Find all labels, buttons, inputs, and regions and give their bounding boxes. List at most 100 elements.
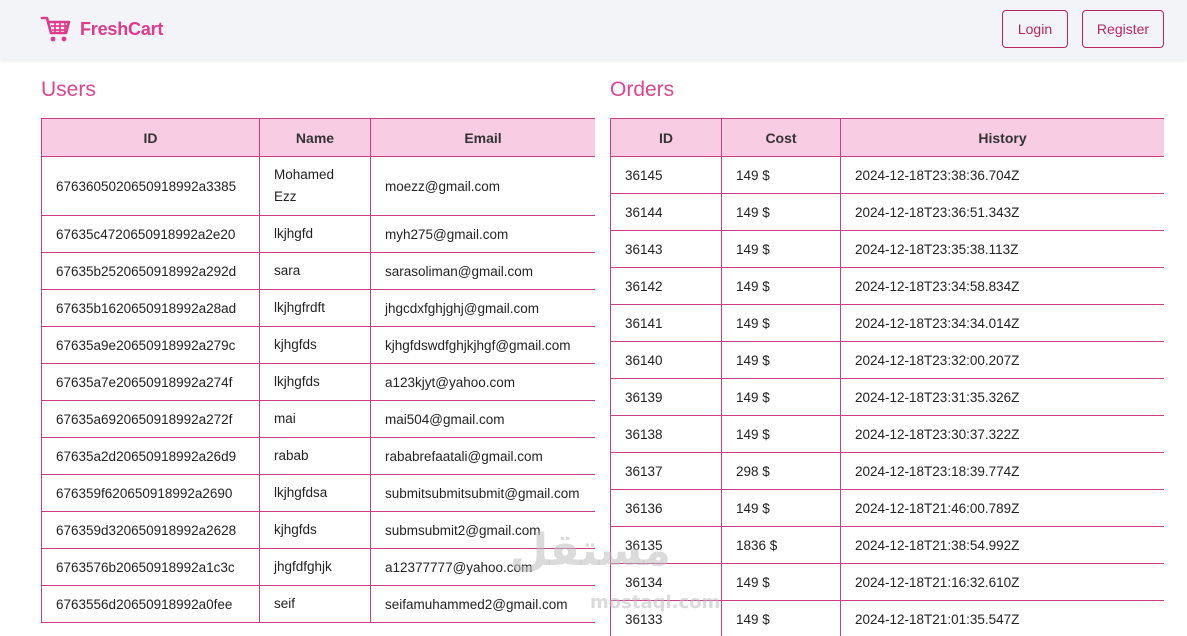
orders-title: Orders <box>610 78 675 101</box>
user-id-cell: 67635a9e20650918992a279c <box>41 326 260 364</box>
orders-table-container: ID Cost History 36145 149 $2024-12-18T23:… <box>610 118 1164 636</box>
orders-table: ID Cost History 36145 149 $2024-12-18T23:… <box>610 118 1164 636</box>
table-row: 36135 1836 $2024-12-18T21:38:54.992Z <box>610 526 1164 564</box>
column-header-cost: Cost <box>721 118 841 157</box>
order-id-cell: 36141 <box>610 304 722 342</box>
user-email-cell: kjhgfdswdfghjkjhgf@gmail.com <box>370 326 595 364</box>
order-id-cell: 36134 <box>610 563 722 601</box>
order-history-cell: 2024-12-18T21:01:35.547Z <box>840 600 1164 636</box>
table-row: 67635a6920650918992a272f mai mai504@gmail.… <box>41 400 595 438</box>
order-cost-cell: 149 $ <box>721 378 841 416</box>
order-history-cell: 2024-12-18T23:35:38.113Z <box>840 230 1164 268</box>
table-row: 6763605020650918992a3385 Mohamed Ezz moezz… <box>41 156 595 216</box>
user-email-cell: seifamuhammed2@gmail.com <box>370 585 595 623</box>
order-id-cell: 36144 <box>610 193 722 231</box>
order-history-cell: 2024-12-18T21:46:00.789Z <box>840 489 1164 527</box>
login-button[interactable]: Login <box>1002 10 1068 48</box>
column-header-history: History <box>840 118 1164 157</box>
user-email-cell: a123kjyt@yahoo.com <box>370 363 595 401</box>
table-row: 67635b1620650918992a28ad lkjhgfrdft jhgcdx… <box>41 289 595 327</box>
order-history-cell: 2024-12-18T23:34:58.834Z <box>840 267 1164 305</box>
user-email-cell: moezz@gmail.com <box>370 156 595 216</box>
user-id-cell: 676359f620650918992a2690 <box>41 474 260 512</box>
register-button[interactable]: Register <box>1082 10 1164 48</box>
column-header-email: Email <box>370 118 595 157</box>
table-row: 36134 149 $2024-12-18T21:16:32.610Z <box>610 563 1164 601</box>
table-row: 36142 149 $2024-12-18T23:34:58.834Z <box>610 267 1164 305</box>
order-history-cell: 2024-12-18T23:30:37.322Z <box>840 415 1164 453</box>
user-email-cell: sarasoliman@gmail.com <box>370 252 595 290</box>
table-row: 36137 298 $2024-12-18T23:18:39.774Z <box>610 452 1164 490</box>
user-email-cell: mai504@gmail.com <box>370 400 595 438</box>
table-row: 676359d320650918992a2628 kjhgfds submsubmi… <box>41 511 595 549</box>
order-cost-cell: 149 $ <box>721 489 841 527</box>
column-header-name: Name <box>259 118 371 157</box>
order-history-cell: 2024-12-18T21:16:32.610Z <box>840 563 1164 601</box>
order-cost-cell: 149 $ <box>721 156 841 194</box>
order-cost-cell: 149 $ <box>721 415 841 453</box>
user-email-cell: myh275@gmail.com <box>370 215 595 253</box>
user-email-cell: submsubmit2@gmail.com <box>370 511 595 549</box>
order-id-cell: 36143 <box>610 230 722 268</box>
order-id-cell: 36139 <box>610 378 722 416</box>
user-id-cell: 67635b1620650918992a28ad <box>41 289 260 327</box>
order-id-cell: 36137 <box>610 452 722 490</box>
brand-name: FreshCart <box>80 18 164 39</box>
order-id-cell: 36133 <box>610 600 722 636</box>
user-name-cell: rabab <box>259 437 371 475</box>
table-row: 6763576b20650918992a1c3c jhgfdfghjk a12377… <box>41 548 595 586</box>
user-email-cell: submitsubmitsubmit@gmail.com <box>370 474 595 512</box>
order-id-cell: 36136 <box>610 489 722 527</box>
users-table: ID Name Email 6763605020650918992a3385 Mo… <box>41 118 595 623</box>
order-history-cell: 2024-12-18T21:38:54.992Z <box>840 526 1164 564</box>
user-id-cell: 67635a6920650918992a272f <box>41 400 260 438</box>
user-id-cell: 67635a7e20650918992a274f <box>41 363 260 401</box>
user-name-cell: mai <box>259 400 371 438</box>
users-table-body: 6763605020650918992a3385 Mohamed Ezz moezz… <box>41 156 595 623</box>
order-cost-cell: 149 $ <box>721 600 841 636</box>
user-name-cell: kjhgfds <box>259 511 371 549</box>
user-name-cell: kjhgfds <box>259 326 371 364</box>
user-id-cell: 6763605020650918992a3385 <box>41 156 260 216</box>
orders-table-body: 36145 149 $2024-12-18T23:38:36.704Z 36144 1… <box>610 156 1164 636</box>
table-row: 36143 149 $2024-12-18T23:35:38.113Z <box>610 230 1164 268</box>
table-row: 36139 149 $2024-12-18T23:31:35.326Z <box>610 378 1164 416</box>
user-name-cell: lkjhgfdsa <box>259 474 371 512</box>
user-name-cell: lkjhgfrdft <box>259 289 371 327</box>
users-header-row: ID Name Email <box>41 118 595 157</box>
table-row: 36136 149 $2024-12-18T21:46:00.789Z <box>610 489 1164 527</box>
order-cost-cell: 298 $ <box>721 452 841 490</box>
table-row: 67635b2520650918992a292d sara sarasoliman@… <box>41 252 595 290</box>
navbar: FreshCart Login Register <box>0 0 1187 59</box>
user-name-cell: seif <box>259 585 371 623</box>
order-history-cell: 2024-12-18T23:31:35.326Z <box>840 378 1164 416</box>
cart-icon <box>40 16 71 42</box>
table-row: 36140 149 $2024-12-18T23:32:00.207Z <box>610 341 1164 379</box>
order-cost-cell: 149 $ <box>721 193 841 231</box>
user-id-cell: 67635c4720650918992a2e20 <box>41 215 260 253</box>
user-id-cell: 676359d320650918992a2628 <box>41 511 260 549</box>
user-name-cell: sara <box>259 252 371 290</box>
order-id-cell: 36138 <box>610 415 722 453</box>
order-id-cell: 36145 <box>610 156 722 194</box>
table-row: 36138 149 $2024-12-18T23:30:37.322Z <box>610 415 1164 453</box>
order-history-cell: 2024-12-18T23:18:39.774Z <box>840 452 1164 490</box>
column-header-id: ID <box>41 118 260 157</box>
table-row: 676359f620650918992a2690 lkjhgfdsa submits… <box>41 474 595 512</box>
users-title: Users <box>41 78 96 101</box>
orders-header-row: ID Cost History <box>610 118 1164 157</box>
brand-logo[interactable]: FreshCart <box>40 13 163 45</box>
order-history-cell: 2024-12-18T23:34:34.014Z <box>840 304 1164 342</box>
table-row: 36133 149 $2024-12-18T21:01:35.547Z <box>610 600 1164 636</box>
order-cost-cell: 149 $ <box>721 304 841 342</box>
table-row: 36141 149 $2024-12-18T23:34:34.014Z <box>610 304 1164 342</box>
table-row: 67635a2d20650918992a26d9 rabab rababrefaat… <box>41 437 595 475</box>
order-history-cell: 2024-12-18T23:36:51.343Z <box>840 193 1164 231</box>
order-id-cell: 36135 <box>610 526 722 564</box>
users-table-container: ID Name Email 6763605020650918992a3385 Mo… <box>41 118 595 636</box>
order-cost-cell: 149 $ <box>721 230 841 268</box>
table-row: 6763556d20650918992a0fee seif seifamuhamme… <box>41 585 595 623</box>
user-id-cell: 6763576b20650918992a1c3c <box>41 548 260 586</box>
order-cost-cell: 1836 $ <box>721 526 841 564</box>
order-cost-cell: 149 $ <box>721 563 841 601</box>
